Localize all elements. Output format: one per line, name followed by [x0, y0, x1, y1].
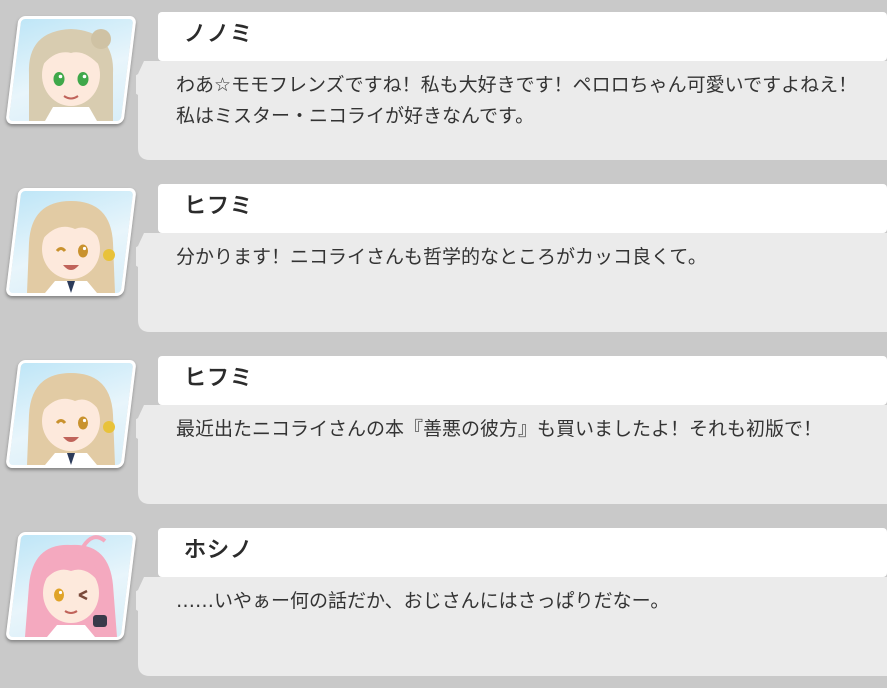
avatar-illustration — [27, 201, 115, 293]
avatar-illustration — [27, 373, 115, 465]
message-text: 最近出たニコライさんの本『善悪の彼方』も買いましたよ！それも初版で！ — [176, 418, 823, 440]
hifumi-portrait-icon[interactable] — [5, 360, 137, 468]
hifumi-portrait-icon[interactable] — [5, 188, 137, 296]
chat-message: ヒフミ 最近出たニコライさんの本『善悪の彼方』も買いましたよ！それも初版で！ — [0, 344, 887, 516]
hoshino-portrait-icon[interactable] — [5, 532, 137, 640]
chat-message: ノノミ わあ☆モモフレンズですね！私も大好きです！ペロロちゃん可愛いですよねえ！… — [0, 0, 887, 172]
speaker-name: ホシノ — [184, 538, 254, 563]
avatar-illustration — [25, 535, 117, 637]
chat-message: ホシノ ……いやぁー何の話だか、おじさんにはさっぱりだなー。 — [0, 516, 887, 688]
message-text: 分かります！ニコライさんも哲学的なところがカッコ良くて。 — [176, 246, 707, 268]
dialogue-bubble: ノノミ わあ☆モモフレンズですね！私も大好きです！ペロロちゃん可愛いですよねえ！… — [136, 10, 887, 160]
dialogue-bubble: ヒフミ 最近出たニコライさんの本『善悪の彼方』も買いましたよ！それも初版で！ — [136, 354, 887, 504]
speaker-name: ヒフミ — [184, 366, 254, 391]
nonomi-portrait-icon[interactable] — [5, 16, 137, 124]
chat-message: ヒフミ 分かります！ニコライさんも哲学的なところがカッコ良くて。 — [0, 172, 887, 344]
chat-log: ノノミ わあ☆モモフレンズですね！私も大好きです！ペロロちゃん可愛いですよねえ！… — [0, 0, 887, 676]
message-text: わあ☆モモフレンズですね！私も大好きです！ペロロちゃん可愛いですよねえ！ 私はミ… — [176, 74, 858, 127]
speaker-name: ヒフミ — [184, 194, 254, 219]
dialogue-bubble: ヒフミ 分かります！ニコライさんも哲学的なところがカッコ良くて。 — [136, 182, 887, 332]
dialogue-bubble: ホシノ ……いやぁー何の話だか、おじさんにはさっぱりだなー。 — [136, 526, 887, 676]
avatar-illustration — [28, 29, 114, 121]
message-text: ……いやぁー何の話だか、おじさんにはさっぱりだなー。 — [176, 590, 670, 612]
speaker-name: ノノミ — [184, 22, 254, 47]
